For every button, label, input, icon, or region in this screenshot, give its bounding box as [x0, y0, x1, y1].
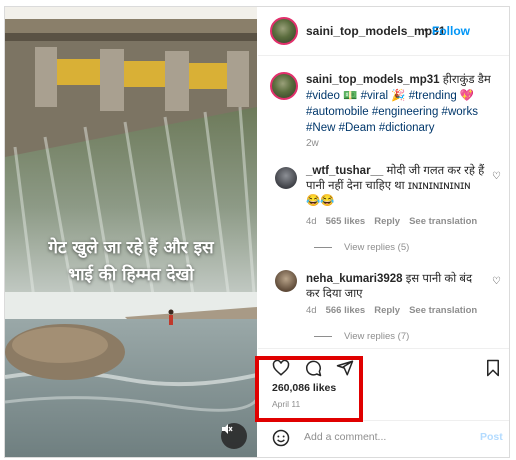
- view-replies-label[interactable]: View replies (5): [344, 242, 409, 253]
- comment-input[interactable]: [304, 431, 464, 443]
- mute-button[interactable]: [221, 423, 247, 449]
- comment-time: 4d: [306, 305, 317, 316]
- view-replies-label[interactable]: View replies (7): [344, 331, 409, 342]
- caption-username[interactable]: saini_top_models_mp31: [306, 74, 440, 86]
- overlay-line-2: भाई की हिम्मत देखो: [68, 265, 194, 285]
- comment-meta: 4d 565 likes Reply See translation: [306, 216, 477, 227]
- comment-meta: 4d 566 likes Reply See translation: [306, 305, 477, 316]
- post-header: saini_top_models_mp31 • Follow: [258, 7, 509, 56]
- comment-likes[interactable]: 566 likes: [326, 305, 366, 316]
- comment-likes[interactable]: 565 likes: [326, 216, 366, 227]
- add-comment-bar: Post: [258, 420, 509, 457]
- view-replies-link[interactable]: View replies (5): [314, 242, 409, 253]
- comment-item: _wtf_tushar__ मोदी जी गलत कर रहे हैं पान…: [306, 164, 486, 209]
- post-comment-button[interactable]: Post: [480, 431, 503, 443]
- header-separator: •: [424, 23, 429, 37]
- overlay-line-1: गेट खुले जा रहे हैं और इस: [48, 238, 214, 258]
- replies-divider: [314, 336, 332, 337]
- follow-button[interactable]: Follow: [432, 24, 470, 38]
- video-overlay-text: गेट खुले जा रहे हैं और इस भाई की हिम्मत …: [11, 235, 251, 289]
- caption-time: 2w: [306, 138, 319, 149]
- comment-username[interactable]: _wtf_tushar__: [306, 165, 383, 177]
- author-avatar[interactable]: [270, 17, 298, 45]
- speaker-muted-icon: [222, 424, 233, 434]
- comment-emojis: 😂😂: [306, 195, 335, 207]
- see-translation-link[interactable]: See translation: [409, 305, 477, 316]
- likes-highlight-box: [255, 356, 363, 422]
- dam-video-frame: [5, 7, 257, 457]
- comment-item: neha_kumari3928 इस पानी को बंद कर दिया ज…: [306, 272, 486, 302]
- comment-avatar[interactable]: [275, 270, 297, 292]
- comment-avatar[interactable]: [275, 167, 297, 189]
- comment-like-heart-icon[interactable]: ♡: [492, 276, 501, 287]
- comment-like-heart-icon[interactable]: ♡: [492, 171, 501, 182]
- emoji-icon[interactable]: [272, 429, 290, 452]
- comments-scroll-area[interactable]: saini_top_models_mp31 हीराकुंड डैम #vide…: [258, 56, 509, 348]
- caption-hashtags[interactable]: #video 💵 #viral 🎉 #trending 💖 #automobil…: [306, 90, 478, 134]
- see-translation-link[interactable]: See translation: [409, 216, 477, 227]
- comment-reply-button[interactable]: Reply: [374, 216, 400, 227]
- comment-reply-button[interactable]: Reply: [374, 305, 400, 316]
- view-replies-link[interactable]: View replies (7): [314, 331, 409, 342]
- replies-divider: [314, 247, 332, 248]
- caption-avatar[interactable]: [270, 72, 298, 100]
- bookmark-icon[interactable]: [482, 357, 504, 379]
- comment-time: 4d: [306, 216, 317, 227]
- post-video[interactable]: गेट खुले जा रहे हैं और इस भाई की हिम्मत …: [5, 7, 257, 457]
- post-caption: saini_top_models_mp31 हीराकुंड डैम #vide…: [306, 72, 502, 136]
- comment-username[interactable]: neha_kumari3928: [306, 273, 403, 285]
- caption-text: हीराकुंड डैम: [439, 74, 491, 86]
